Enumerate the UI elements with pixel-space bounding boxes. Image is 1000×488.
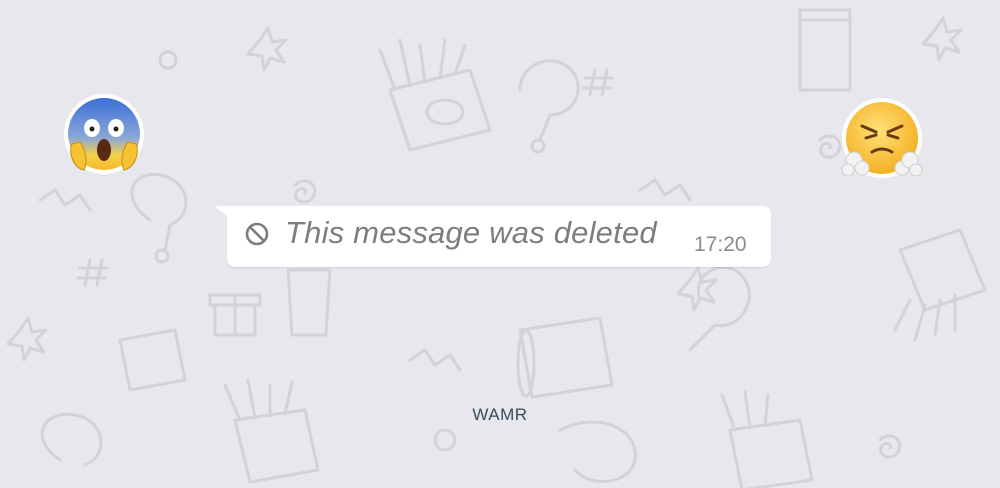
wamr-watermark: WAMR bbox=[472, 405, 528, 424]
message-timestamp: 17:20 bbox=[694, 233, 747, 256]
face-with-steam-from-nose-emoji bbox=[841, 98, 923, 178]
deleted-message-text: This message was deleted bbox=[285, 215, 657, 250]
face-screaming-in-fear-emoji bbox=[64, 94, 144, 174]
blocked-icon bbox=[245, 222, 269, 246]
